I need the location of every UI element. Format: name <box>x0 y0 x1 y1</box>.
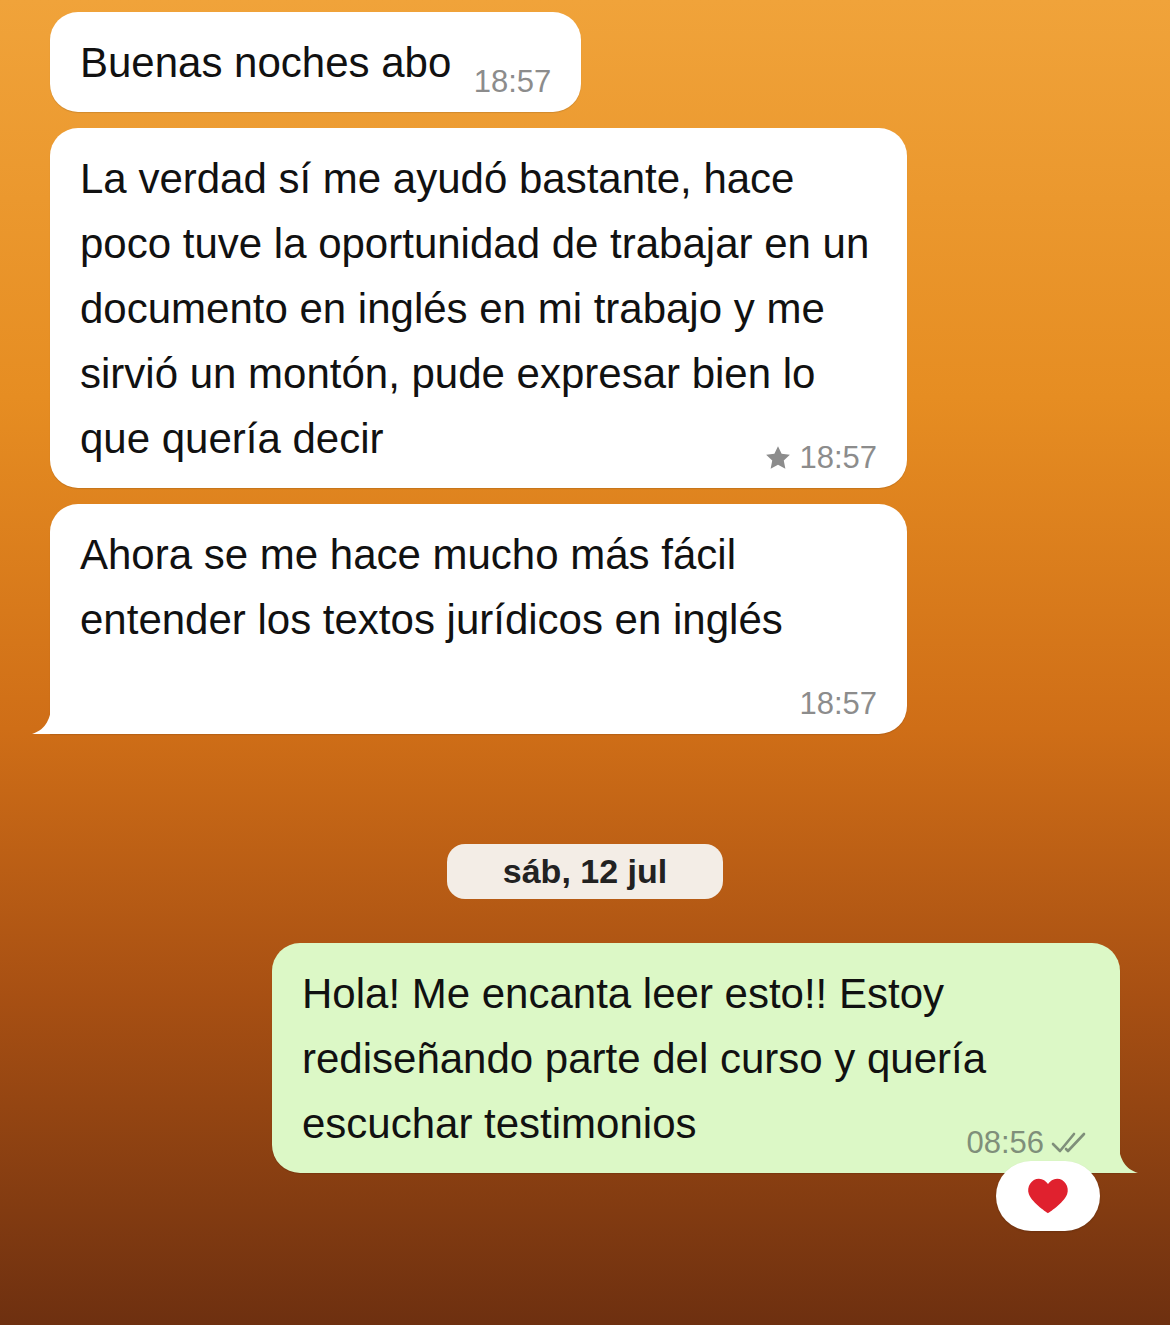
message-bubble[interactable]: Ahora se me hace mucho más fácil entende… <box>50 504 907 734</box>
message-text: Buenas noches abo <box>80 39 451 86</box>
message-meta: 18:57 <box>474 64 552 100</box>
message-time: 08:56 <box>966 1125 1044 1161</box>
message-time: 18:57 <box>799 440 877 476</box>
star-icon <box>763 443 793 473</box>
bubble-tail <box>32 704 52 734</box>
message-row: Buenas noches abo 18:57 <box>50 12 1120 112</box>
message-text: Ahora se me hace mucho más fácil entende… <box>80 531 783 643</box>
message-meta: 18:57 <box>763 440 877 476</box>
message-text: La verdad sí me ayudó bastante, hace poc… <box>80 155 869 462</box>
message-bubble[interactable]: Buenas noches abo 18:57 <box>50 12 581 112</box>
date-divider: sáb, 12 jul <box>50 844 1120 899</box>
message-text: Hola! Me encanta leer esto!! Estoy redis… <box>302 970 986 1147</box>
message-time: 18:57 <box>474 64 552 100</box>
message-bubble[interactable]: Hola! Me encanta leer esto!! Estoy redis… <box>272 943 1120 1173</box>
message-meta: 08:56 <box>966 1125 1090 1161</box>
double-tick-icon <box>1050 1129 1090 1157</box>
time-spacer <box>384 443 520 453</box>
message-row: Ahora se me hace mucho más fácil entende… <box>50 504 1120 734</box>
message-meta: 18:57 <box>799 686 877 722</box>
reaction-badge[interactable] <box>996 1161 1100 1231</box>
heart-icon <box>1026 1175 1070 1215</box>
time-spacer <box>697 1128 843 1138</box>
date-label: sáb, 12 jul <box>447 844 723 899</box>
message-bubble[interactable]: La verdad sí me ayudó bastante, hace poc… <box>50 128 907 488</box>
bubble-tail <box>1118 1143 1138 1173</box>
message-row: Hola! Me encanta leer esto!! Estoy redis… <box>50 943 1120 1173</box>
time-spacer <box>80 689 180 699</box>
message-time: 18:57 <box>799 686 877 722</box>
chat-area: Buenas noches abo18:57La verdad sí me ay… <box>0 0 1170 1173</box>
message-row: La verdad sí me ayudó bastante, hace poc… <box>50 128 1120 488</box>
